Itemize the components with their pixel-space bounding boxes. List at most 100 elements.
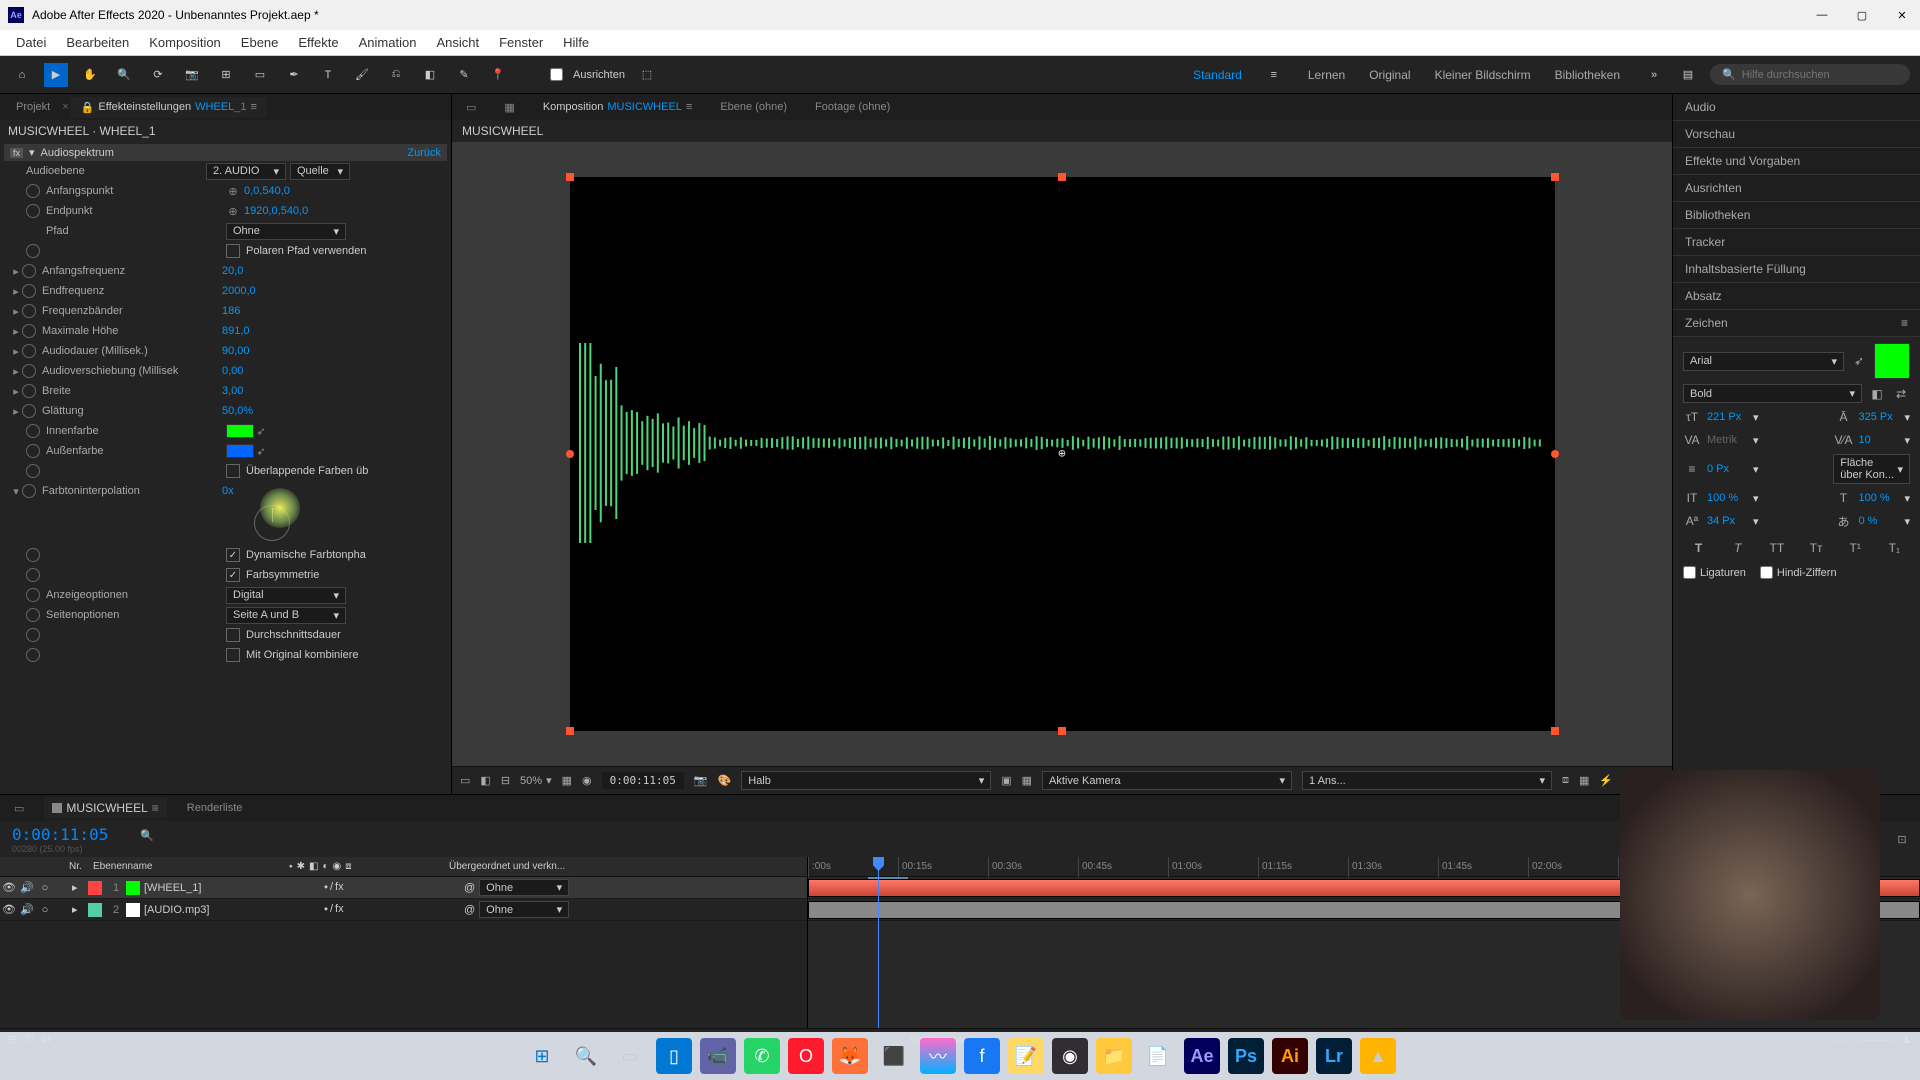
stopwatch[interactable]: [26, 628, 40, 642]
layer-tab[interactable]: Ebene (ohne): [712, 98, 795, 116]
eyedropper-icon[interactable]: ➶: [254, 424, 268, 438]
eyedropper-icon[interactable]: ➶: [1850, 352, 1868, 370]
expand-icon[interactable]: ▸: [72, 903, 84, 916]
freq-bands-value[interactable]: 186: [222, 305, 240, 317]
project-tab[interactable]: Projekt: [6, 97, 60, 117]
color-mgmt-icon[interactable]: 🎨: [718, 774, 732, 787]
firefox-icon[interactable]: 🦊: [832, 1038, 868, 1074]
text-color-swatch[interactable]: [1874, 343, 1910, 379]
superscript-button[interactable]: T¹: [1846, 539, 1864, 557]
alpha-icon[interactable]: ⊟: [501, 774, 510, 787]
start-button[interactable]: ⊞: [524, 1038, 560, 1074]
workspace-kleiner-bildschirm[interactable]: Kleiner Bildschirm: [1423, 64, 1543, 86]
audio-layer-dropdown[interactable]: 2. AUDIO▾: [206, 163, 286, 180]
hscale-input[interactable]: 100 %: [1858, 492, 1898, 504]
panel-tab-ausrichten[interactable]: Ausrichten: [1673, 175, 1920, 202]
composite-orig-checkbox[interactable]: [226, 648, 240, 662]
ruler-tick[interactable]: 01:15s: [1258, 857, 1292, 877]
expand-icon[interactable]: ▸: [10, 305, 22, 318]
stopwatch[interactable]: [22, 404, 36, 418]
notes-icon[interactable]: 📝: [1008, 1038, 1044, 1074]
timeline-search-icon[interactable]: 🔍: [140, 829, 160, 849]
ruler-tick[interactable]: 00:15s: [898, 857, 932, 877]
audio-dur-value[interactable]: 90,00: [222, 345, 250, 357]
quality-switch[interactable]: fx: [335, 903, 344, 916]
renderlist-tab[interactable]: Renderliste: [179, 799, 251, 817]
menu-animation[interactable]: Animation: [349, 32, 427, 53]
stopwatch[interactable]: [22, 364, 36, 378]
shape-tool[interactable]: ▭: [248, 63, 272, 87]
tracking-input[interactable]: 10: [1858, 434, 1898, 446]
stopwatch[interactable]: [22, 384, 36, 398]
stopwatch[interactable]: [26, 424, 40, 438]
expand-icon[interactable]: ▸: [72, 881, 84, 894]
viewer-timecode[interactable]: 0:00:11:05: [602, 772, 684, 789]
panel-tab-inhaltsbasierte-füllung[interactable]: Inhaltsbasierte Füllung: [1673, 256, 1920, 283]
start-point-value[interactable]: 0,0,540,0: [244, 185, 290, 197]
app-icon[interactable]: ▲: [1360, 1038, 1396, 1074]
resolution-dropdown[interactable]: Halb▾: [741, 771, 991, 790]
mask-icon[interactable]: ◉: [582, 774, 592, 787]
footage-tab[interactable]: Footage (ohne): [807, 98, 898, 116]
camera-tool[interactable]: 📷: [180, 63, 204, 87]
stroke-width-input[interactable]: 0 Px: [1707, 463, 1747, 475]
playhead[interactable]: [878, 857, 879, 1028]
menu-effekte[interactable]: Effekte: [288, 32, 348, 53]
selection-handle[interactable]: [1058, 727, 1066, 735]
crosshair-icon[interactable]: ⊕: [226, 184, 240, 198]
expand-icon[interactable]: ▸: [10, 405, 22, 418]
fx-col-icon[interactable]: ✱: [297, 861, 305, 872]
parent-dropdown[interactable]: Ohne▾: [479, 879, 569, 896]
polar-path-checkbox[interactable]: [226, 244, 240, 258]
fx-switch[interactable]: /: [330, 903, 333, 916]
shy-switch[interactable]: ⬩: [324, 903, 328, 916]
selection-handle[interactable]: [1058, 173, 1066, 181]
visibility-toggle[interactable]: 👁: [0, 881, 18, 894]
obs-icon[interactable]: ◉: [1052, 1038, 1088, 1074]
stopwatch[interactable]: [22, 344, 36, 358]
stopwatch[interactable]: [26, 568, 40, 582]
audio-toggle[interactable]: 🔊: [18, 903, 36, 916]
solo-toggle[interactable]: ○: [36, 882, 54, 894]
snap-options-icon[interactable]: ⬚: [635, 63, 659, 87]
italic-button[interactable]: T: [1729, 539, 1747, 557]
solo-toggle[interactable]: ○: [36, 904, 54, 916]
layer-color-label[interactable]: [88, 881, 102, 895]
timeline-flow-icon[interactable]: ▭: [6, 799, 32, 818]
quality-col-icon[interactable]: ◧: [309, 861, 318, 872]
3d-col-icon[interactable]: ⧈: [345, 861, 351, 872]
panel-tab-vorschau[interactable]: Vorschau: [1673, 121, 1920, 148]
workspace-menu-icon[interactable]: ≡: [1262, 63, 1286, 87]
layer-name[interactable]: [AUDIO.mp3]: [144, 904, 324, 916]
panel-tab-tracker[interactable]: Tracker: [1673, 229, 1920, 256]
messenger-icon[interactable]: 〰: [920, 1038, 956, 1074]
explorer-icon[interactable]: ▯: [656, 1038, 692, 1074]
panel-tab-effekte-und-vorgaben[interactable]: Effekte und Vorgaben: [1673, 148, 1920, 175]
comp-grid-icon[interactable]: ▦: [496, 98, 522, 117]
channels-icon[interactable]: ◧: [480, 774, 490, 787]
windows-taskbar[interactable]: ⊞ 🔍 ▭ ▯ 📹 ✆ O 🦊 ⬛ 〰 f 📝 ◉ 📁 📄 Ae Ps Ai L…: [0, 1032, 1920, 1080]
menu-ansicht[interactable]: Ansicht: [426, 32, 489, 53]
fill-stroke-dropdown[interactable]: Fläche über Kon...▾: [1833, 454, 1910, 484]
font-weight-dropdown[interactable]: Bold▾: [1683, 384, 1862, 403]
selection-handle[interactable]: [566, 727, 574, 735]
workspace-original[interactable]: Original: [1357, 64, 1422, 86]
workspace-standard[interactable]: Standard: [1183, 64, 1252, 86]
home-icon[interactable]: ⌂: [10, 63, 34, 87]
facebook-icon[interactable]: f: [964, 1038, 1000, 1074]
leading-input[interactable]: 325 Px: [1858, 411, 1898, 423]
end-point-value[interactable]: 1920,0,540,0: [244, 205, 308, 217]
grid-icon[interactable]: ▦: [562, 774, 572, 787]
clone-tool[interactable]: ⎌: [384, 63, 408, 87]
baseline-input[interactable]: 34 Px: [1707, 515, 1747, 527]
hue-interp-value[interactable]: 0x: [222, 485, 234, 497]
menu-datei[interactable]: Datei: [6, 32, 56, 53]
expand-icon[interactable]: ▸: [10, 345, 22, 358]
taskview-icon[interactable]: ▭: [612, 1038, 648, 1074]
color-sym-checkbox[interactable]: [226, 568, 240, 582]
kerning-input[interactable]: Metrik: [1707, 434, 1747, 446]
layer-row[interactable]: 👁 🔊 ○ ▸ 1 [WHEEL_1] ⬩ / fx @ Ohne▾: [0, 877, 807, 899]
magnify-icon[interactable]: ▭: [460, 774, 470, 787]
pen-tool[interactable]: ✒: [282, 63, 306, 87]
thickness-value[interactable]: 3,00: [222, 385, 243, 397]
